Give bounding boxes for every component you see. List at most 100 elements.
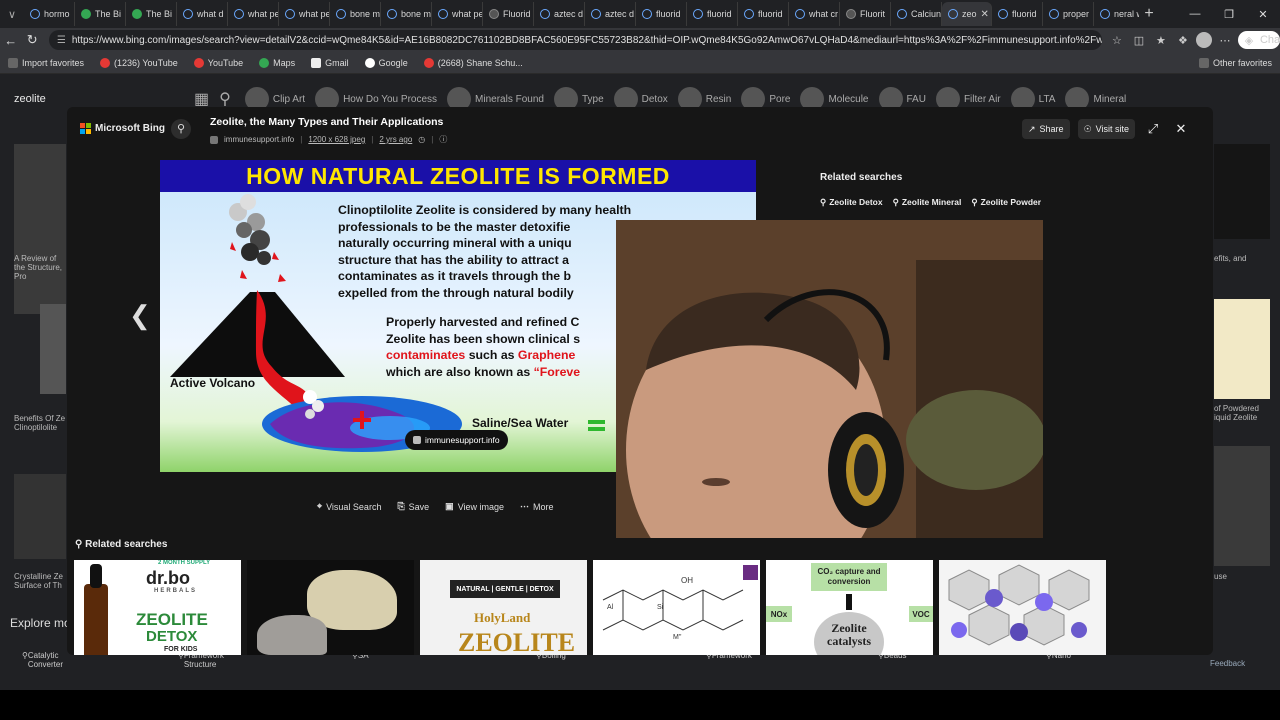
previous-image-icon[interactable]: ❮: [129, 300, 151, 331]
bookmark-4[interactable]: Maps: [251, 57, 303, 68]
tab-18[interactable]: Calciun: [891, 2, 942, 26]
visit-site-button[interactable]: ☉ Visit site: [1077, 119, 1135, 139]
tab-16[interactable]: what cr: [789, 2, 840, 26]
tab-14[interactable]: fluorid: [687, 2, 738, 26]
tab-5[interactable]: what pe: [228, 2, 279, 26]
related-thumb-framework[interactable]: [939, 560, 1106, 655]
tab-22[interactable]: neral w: [1094, 2, 1139, 26]
more-button[interactable]: ⋯ More: [520, 501, 554, 512]
bookmark-7[interactable]: (2668) Shane Schu...: [416, 57, 531, 68]
favorites-icon[interactable]: ★: [1152, 34, 1170, 47]
new-tab-button[interactable]: +: [1139, 5, 1159, 23]
extensions-icon[interactable]: ❖: [1174, 34, 1192, 47]
chip-label: Zeolite Detox: [829, 197, 883, 207]
tab-12[interactable]: aztec d: [585, 2, 636, 26]
result-thumb[interactable]: [40, 304, 66, 394]
related-thumb-drbo[interactable]: 2 MONTH SUPPLY dr.bo HERBALS ZEOLITE DET…: [74, 560, 241, 655]
image-source[interactable]: immunesupport.info: [224, 135, 294, 144]
image-dimensions[interactable]: 1200 x 628 jpeg: [308, 135, 365, 144]
address-bar[interactable]: ☰ https://www.bing.com/images/search?vie…: [48, 30, 1102, 50]
overlay-search-icon[interactable]: ⚲: [171, 119, 191, 139]
chip-label: Minerals Found: [475, 93, 544, 105]
search-favicon: [693, 9, 703, 19]
search-icon[interactable]: ⚲: [219, 89, 231, 109]
tab-7[interactable]: bone m: [330, 2, 381, 26]
related-thumb-catalysts[interactable]: CO₂ capture and conversion NOx VOC Zeoli…: [766, 560, 933, 655]
result-thumb[interactable]: [1214, 144, 1270, 239]
search-icon: ⚲: [971, 197, 978, 207]
related-thumb-mineral[interactable]: [247, 560, 414, 655]
back-icon[interactable]: ←: [0, 33, 21, 48]
bookmark-3[interactable]: YouTube: [186, 57, 251, 68]
info-icon[interactable]: ⓘ: [439, 134, 447, 145]
tab-6[interactable]: what pe: [279, 2, 330, 26]
view-image-button[interactable]: ▣ View image: [445, 501, 504, 512]
result-thumb[interactable]: [1214, 299, 1270, 399]
more-options-icon[interactable]: ⋯: [1216, 34, 1234, 47]
chip-label: Catalytic Converter: [27, 651, 63, 669]
related-thumb-holyland[interactable]: NATURAL | GENTLE | DETOX HolyLand ZEOLIT…: [420, 560, 587, 655]
tab-17[interactable]: Fluorit: [840, 2, 891, 26]
tab-20[interactable]: fluorid: [992, 2, 1043, 26]
save-icon: ⎘: [397, 501, 405, 511]
search-favicon: [387, 9, 397, 19]
tab-10[interactable]: Fluorid: [483, 2, 534, 26]
other-favorites[interactable]: Other favorites: [1191, 57, 1280, 68]
tab-3[interactable]: The Bi: [126, 2, 177, 26]
tab-1[interactable]: hormo: [24, 2, 75, 26]
bookmark-2[interactable]: (1236) YouTube: [92, 57, 186, 68]
para2-red-term: Graphene: [517, 348, 576, 362]
search-favicon: [591, 9, 601, 19]
image-age[interactable]: 2 yrs ago: [379, 135, 412, 144]
bing-query[interactable]: zeolite: [14, 93, 194, 105]
source-badge[interactable]: immunesupport.info: [405, 430, 508, 450]
minimize-icon[interactable]: —: [1178, 8, 1212, 20]
result-caption: use: [1214, 572, 1227, 581]
save-button[interactable]: ⎘ Save: [397, 501, 429, 512]
tab-9[interactable]: what pe: [432, 2, 483, 26]
share-button[interactable]: ↗ Share: [1021, 119, 1070, 139]
related-search-chip[interactable]: ⚲ Zeolite Powder: [971, 197, 1041, 208]
close-window-icon[interactable]: ✕: [1246, 8, 1280, 21]
related-search-chip[interactable]: ⚲ Catalytic Converter: [22, 651, 63, 669]
favorite-star-icon[interactable]: ☆: [1108, 34, 1126, 47]
related-search-chip[interactable]: ⚲ Zeolite Mineral: [893, 197, 962, 208]
bookmark-6[interactable]: Google: [357, 57, 416, 68]
copilot-chat-button[interactable]: ◈ Chat: [1237, 31, 1280, 49]
tab-11[interactable]: aztec d: [534, 2, 585, 26]
tab-2[interactable]: The Bi: [75, 2, 126, 26]
image-title[interactable]: Zeolite, the Many Types and Their Applic…: [210, 116, 443, 128]
tab-8[interactable]: bone m: [381, 2, 432, 26]
toolbar-icons: ☆ ◫ ★ ❖ ⋯ ◈ Chat: [1108, 31, 1280, 49]
tab-19[interactable]: zeo ✕: [942, 2, 992, 26]
microsoft-bing-logo[interactable]: Microsoft Bing: [80, 123, 165, 134]
split-screen-icon[interactable]: ◫: [1130, 34, 1148, 47]
close-icon[interactable]: ✕: [1171, 121, 1191, 137]
visual-search-icon[interactable]: ▦: [194, 89, 209, 109]
related-search-chip[interactable]: ⚲ Zeolite Detox: [820, 197, 883, 208]
tab-15[interactable]: fluorid: [738, 2, 789, 26]
site-info-icon[interactable]: ☰: [57, 35, 66, 46]
chip-label: Pore: [769, 93, 791, 105]
chip-label: Mineral: [1093, 93, 1127, 105]
tab-21[interactable]: proper: [1043, 2, 1094, 26]
profile-avatar[interactable]: [1195, 32, 1212, 48]
bookmark-5[interactable]: Gmail: [303, 57, 357, 68]
result-thumb[interactable]: [14, 144, 66, 314]
result-thumb[interactable]: [14, 474, 66, 559]
search-icon: ⚲: [892, 197, 899, 207]
bookmark-1[interactable]: Import favorites: [0, 57, 92, 68]
result-thumb[interactable]: [1214, 446, 1270, 566]
tab-4[interactable]: what d: [177, 2, 228, 26]
search-favicon: [438, 9, 448, 19]
source-favicon: [210, 135, 218, 144]
refresh-icon[interactable]: ↻: [21, 32, 42, 48]
feedback-link[interactable]: Feedback: [1210, 659, 1245, 668]
restore-icon[interactable]: ❐: [1212, 8, 1246, 21]
tab-13[interactable]: fluorid: [636, 2, 687, 26]
tab-actions-menu-icon[interactable]: ∨: [0, 0, 24, 28]
close-tab-icon[interactable]: ✕: [981, 9, 989, 20]
visual-search-button[interactable]: ⌖ Visual Search: [317, 501, 381, 512]
related-thumb-structure[interactable]: OH M'' Si Al: [593, 560, 760, 655]
expand-icon[interactable]: ⤢: [1143, 121, 1163, 137]
